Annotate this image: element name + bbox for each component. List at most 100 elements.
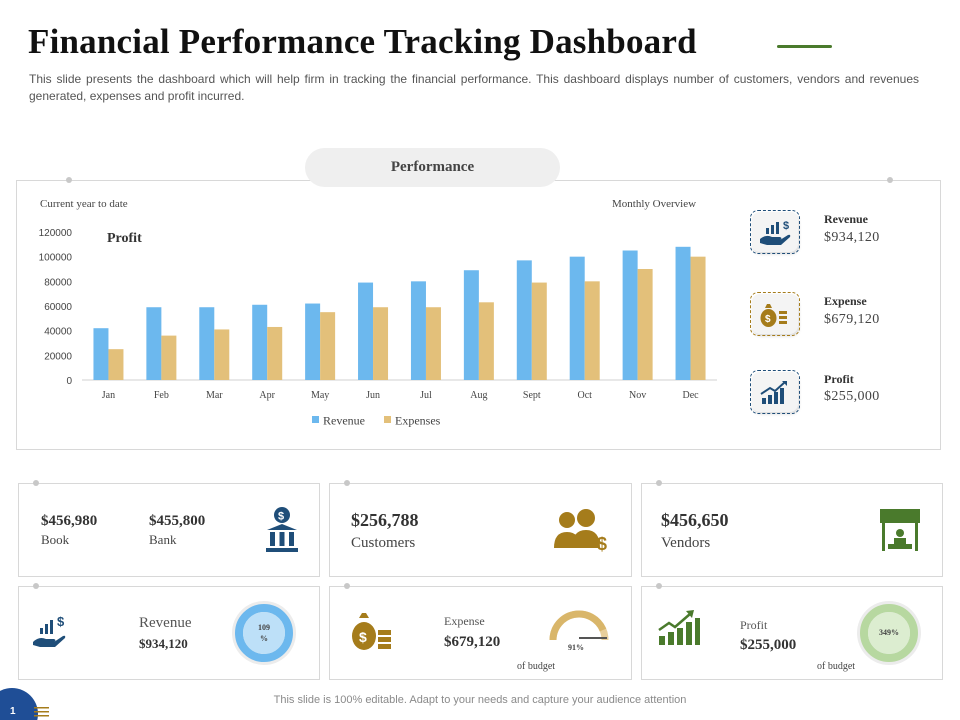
bar-revenue [622,250,638,380]
menu-lines-icon [34,707,49,717]
bar-revenue [675,246,691,380]
x-tick-label: Feb [154,390,169,401]
corner-dot [344,583,350,589]
legend-label: Revenue [323,414,365,428]
customers-value: $256,788 [351,510,419,530]
x-tick-label: Jul [420,390,432,401]
money-bag-coins-icon: $ [352,613,391,650]
kpi-expense-value: $679,120 [824,312,880,327]
x-tick-label: Mar [206,390,223,401]
kpi-profit-value: $255,000 [824,389,880,404]
x-tick-label: Apr [259,390,275,401]
corner-dot [887,177,893,183]
bar-expenses [637,269,653,380]
corner-dot [344,480,350,486]
bar-expenses [267,326,283,380]
page-number-badge [0,688,38,720]
x-tick-label: May [311,390,329,401]
revenue-card-label: Revenue [139,615,192,631]
bar-revenue [463,270,479,380]
bar-expenses [531,282,547,380]
page-title: Financial Performance Tracking Dashboard [28,22,697,61]
bar-revenue [410,281,426,380]
bar-revenue [252,304,268,380]
y-tick-label: 40000 [44,327,72,338]
legend-swatch [384,416,391,423]
book-label: Book [41,532,70,547]
kpi-expense-title: Expense [824,294,867,308]
bar-revenue [516,260,532,380]
page-subtitle: This slide presents the dashboard which … [29,72,919,103]
bar-revenue [305,303,321,380]
customers-icon: $ [554,509,607,552]
profit-budget-note: of budget [817,661,856,672]
x-tick-label: Jun [366,390,380,401]
corner-dot [33,480,39,486]
kpi-revenue-value: $934,120 [824,230,880,245]
expense-gauge-text: 91% [568,643,584,652]
svg-text:$: $ [278,511,284,523]
bar-expenses [584,281,600,380]
bar-expenses [425,307,441,380]
kpi-revenue-title: Revenue [824,212,868,226]
footer-note: This slide is 100% editable. Adapt to yo… [273,694,687,706]
x-tick-label: Nov [629,390,646,401]
revenue-card-value: $934,120 [139,636,188,651]
bar-expenses [478,302,494,380]
bank-label: Bank [149,532,177,547]
corner-dot [33,583,39,589]
legend-label: Expenses [395,414,441,428]
kpi-profit-title: Profit [824,372,854,386]
y-tick-label: 20000 [44,351,72,362]
profit-gauge-text: 349% [879,628,899,637]
kpi-profit-icon-box [750,370,800,414]
y-tick-label: 80000 [44,277,72,288]
profit-card-value: $255,000 [740,637,797,653]
svg-text:$: $ [57,614,65,629]
svg-text:$: $ [597,534,607,552]
chart-right-caption: Monthly Overview [612,198,697,210]
x-tick-label: Aug [470,390,487,401]
x-tick-label: Sept [523,390,541,401]
svg-text:$: $ [359,629,367,645]
title-accent-line [777,45,832,48]
growth-chart-icon [658,610,700,645]
chart-heading: Profit [107,231,142,246]
expense-budget-note: of budget [517,661,556,672]
y-tick-label: 60000 [44,302,72,313]
kpi-revenue-icon-box: $ [750,210,800,254]
page-number: 1 [10,706,16,717]
customers-label: Customers [351,535,416,551]
chart-left-caption: Current year to date [40,198,128,210]
bar-revenue [358,282,374,380]
bar-expenses [161,335,177,380]
y-tick-label: 120000 [39,228,73,239]
kpi-expense-icon-box: $ [750,292,800,336]
vendors-value: $456,650 [661,510,729,530]
bank-value: $455,800 [149,513,206,529]
hand-money-chart-icon: $ [33,614,66,647]
bar-expenses [373,307,389,380]
y-tick-label: 100000 [39,253,73,264]
x-tick-label: Jan [102,390,115,401]
book-value: $456,980 [41,513,98,529]
vendors-label: Vendors [661,535,711,551]
bar-revenue [146,307,162,380]
bar-expenses [320,312,336,380]
bar-chart: 0 20000 40000 60000 80000 100000 120000 Jan Feb M… [39,228,717,428]
legend-swatch [312,416,319,423]
bar-revenue [569,256,585,380]
bar-revenue [199,307,215,380]
vendor-stall-icon [880,509,920,551]
bank-dollar-icon: $ [266,507,298,552]
bar-expenses [214,329,230,380]
x-tick-label: Dec [682,390,699,401]
corner-dot [66,177,72,183]
revenue-gauge-text: 109 % [258,623,270,643]
bar-revenue [93,328,109,380]
expense-card-label: Expense [444,614,485,628]
corner-dot [656,480,662,486]
bar-expenses [108,349,124,380]
bar-expenses [690,256,706,380]
profit-card-label: Profit [740,618,768,632]
